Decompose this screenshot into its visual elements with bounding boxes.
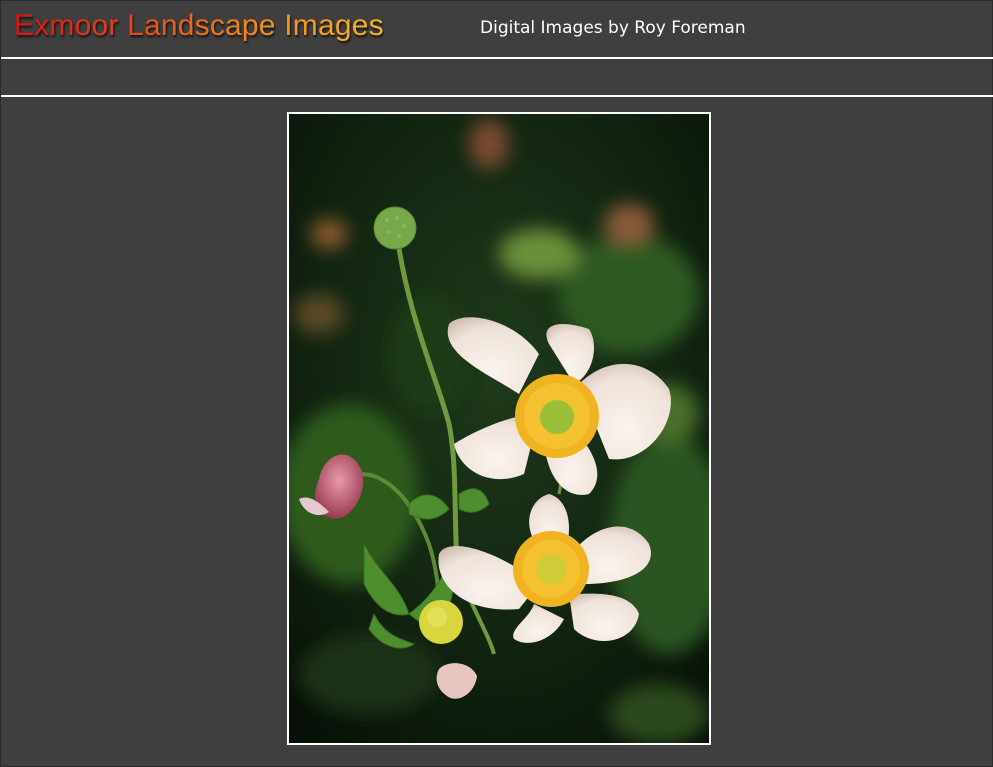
site-title[interactable]: Exmoor Landscape Images — [14, 9, 384, 43]
nav-bar — [1, 59, 993, 97]
site-subtitle: Digital Images by Roy Foreman — [480, 18, 746, 38]
main-photo — [287, 112, 711, 745]
flower-photo-image — [289, 114, 709, 743]
page: Exmoor Landscape Images Digital Images b… — [0, 0, 993, 767]
header: Exmoor Landscape Images Digital Images b… — [1, 1, 993, 59]
